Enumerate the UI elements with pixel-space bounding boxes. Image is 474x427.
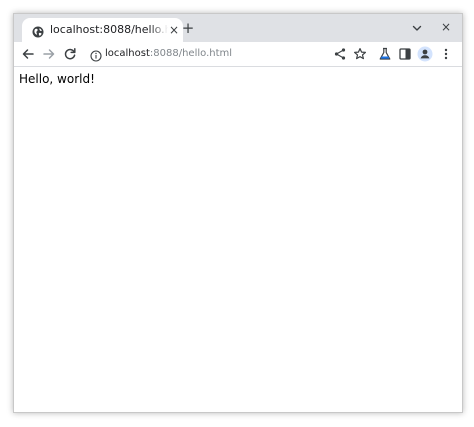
page-text: Hello, world!	[19, 72, 95, 86]
share-icon[interactable]	[332, 46, 348, 62]
chevron-down-icon[interactable]	[409, 20, 425, 36]
tab-active[interactable]: localhost:8088/hello.html ×	[22, 18, 183, 42]
url-path: :8088/hello.html	[149, 48, 233, 59]
url-host: localhost	[105, 48, 150, 59]
profile-icon[interactable]	[417, 46, 433, 62]
globe-icon	[32, 23, 44, 38]
kebab-menu-icon[interactable]	[438, 46, 454, 62]
flask-icon[interactable]	[377, 46, 393, 62]
arrow-right-icon[interactable]	[41, 46, 57, 62]
tab-title: localhost:8088/hello.html	[50, 23, 168, 36]
info-icon[interactable]	[90, 47, 102, 62]
new-tab-button[interactable]: +	[180, 20, 196, 36]
star-icon[interactable]	[352, 46, 368, 62]
arrow-left-icon[interactable]	[20, 46, 36, 62]
tab-close-icon[interactable]: ×	[167, 22, 181, 38]
url-text[interactable]: localhost:8088/hello.html	[105, 46, 232, 62]
page-content: Hello, world!	[14, 67, 462, 412]
window-close-icon[interactable]: ×	[438, 19, 454, 35]
reload-icon[interactable]	[62, 46, 78, 62]
omnibox[interactable]: localhost:8088/hello.html	[84, 42, 374, 66]
side-panel-icon[interactable]	[397, 46, 413, 62]
browser-window: localhost:8088/hello.html × + ×	[13, 13, 463, 413]
tab-strip: localhost:8088/hello.html × + ×	[14, 14, 462, 42]
toolbar: localhost:8088/hello.html	[14, 42, 462, 67]
